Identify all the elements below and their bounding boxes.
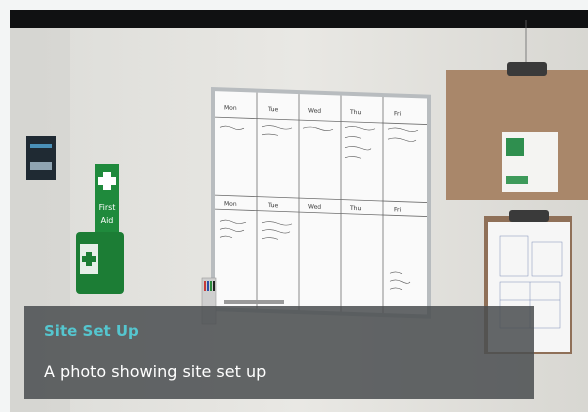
first-aid-box [76, 232, 124, 294]
board-day-1: Mon [224, 104, 237, 111]
board-day-5: Fri [394, 110, 401, 117]
board-day-9: Thu [349, 205, 361, 212]
board-day-4: Thu [349, 109, 361, 116]
caption-description: A photo showing site set up [44, 362, 267, 381]
board-day-8: Wed [308, 203, 321, 210]
first-aid-sign-line2: Aid [101, 216, 114, 225]
board-day-2: Tue [267, 106, 279, 113]
board-day-7: Tue [267, 202, 279, 209]
board-day-10: Fri [394, 206, 401, 213]
board-day-6: Mon [224, 200, 237, 207]
photo-frame: First Aid Mon Tue Wed Thu Fri Mon Tue We… [10, 10, 588, 412]
board-day-3: Wed [308, 107, 321, 114]
info-sign [26, 136, 56, 180]
caption-box: Site Set Up A photo showing site set up [24, 306, 534, 399]
caption-title: Site Set Up [44, 322, 139, 340]
first-aid-sign-line1: First [99, 203, 116, 212]
whiteboard: Mon Tue Wed Thu Fri Mon Tue Wed Thu Fri [211, 87, 431, 319]
first-aid-sign: First Aid [95, 164, 119, 234]
